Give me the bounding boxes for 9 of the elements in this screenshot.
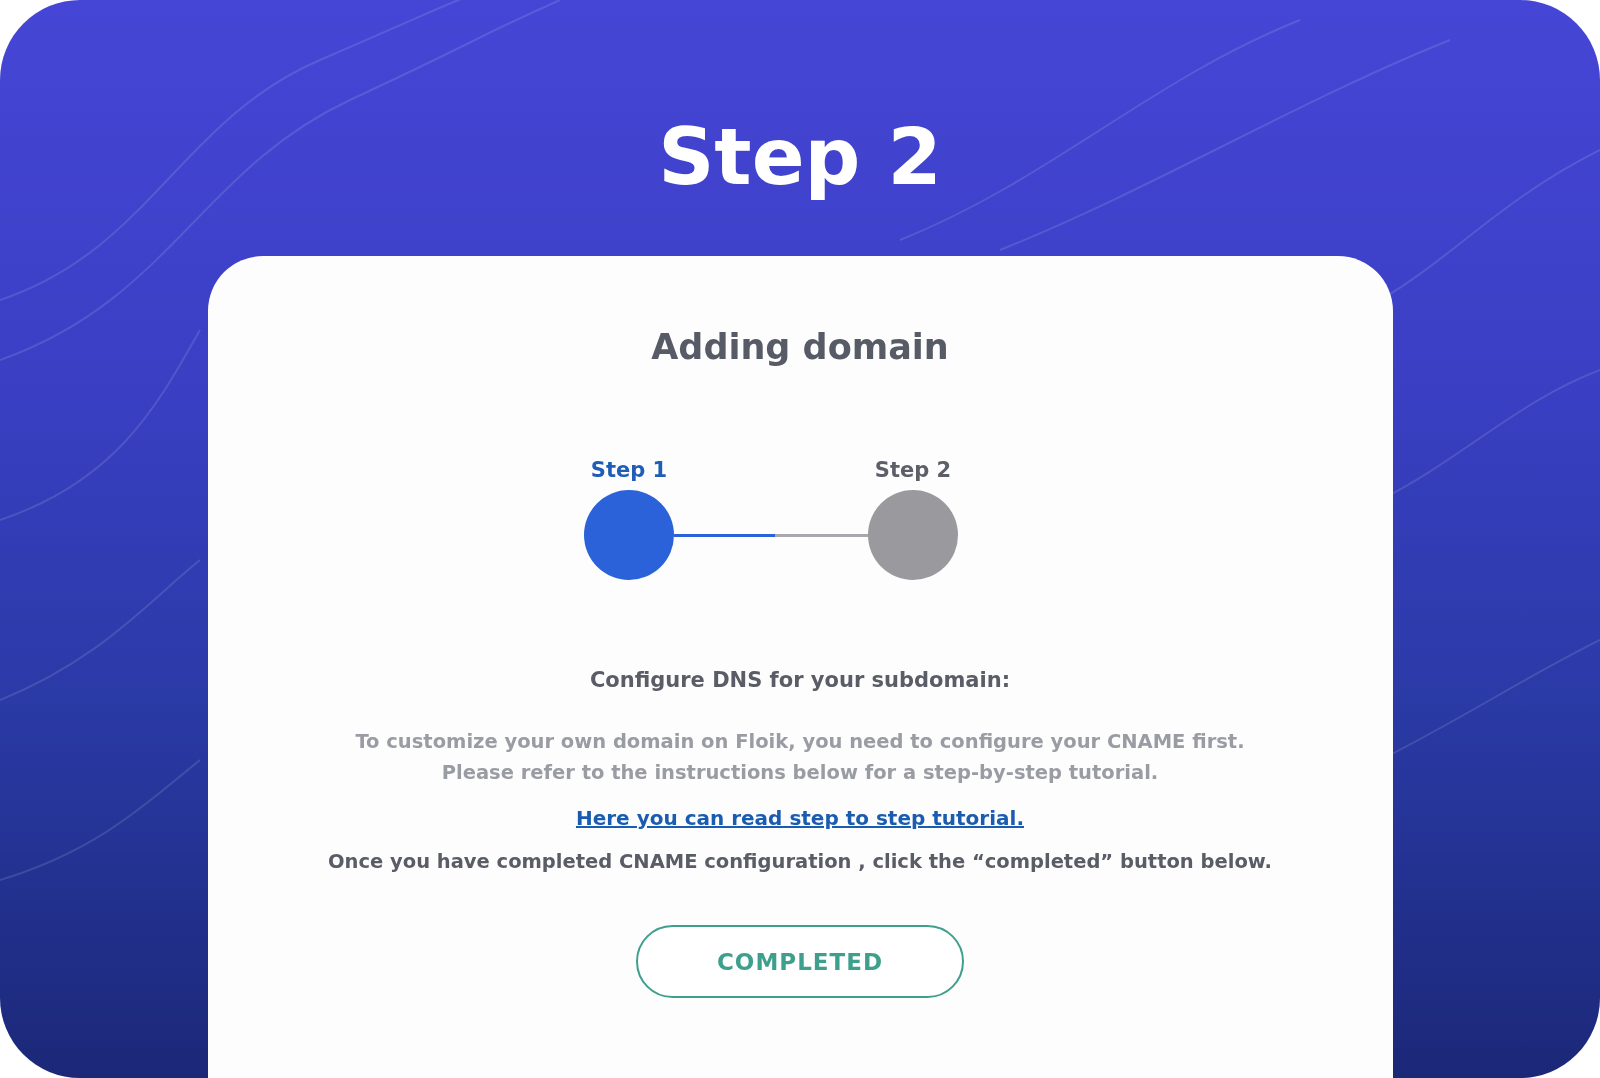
instruction-text: Once you have completed CNAME configuration , click the “completed” button below. [328,850,1272,873]
page-title: Step 2 [658,112,942,202]
description-text: Please refer to the instructions below for a step-by-step tutorial. [441,760,1159,786]
tutorial-link[interactable]: Here you can read step to step tutorial. [575,806,1025,830]
section-heading: Configure DNS for your subdomain: [589,668,1011,692]
step-label: Step 2 [874,458,952,482]
description-text: To customize your own domain on Floik, you need to configure your CNAME first. [355,729,1245,755]
card-title: Adding domain [651,326,949,369]
step-label: Step 1 [590,458,668,482]
